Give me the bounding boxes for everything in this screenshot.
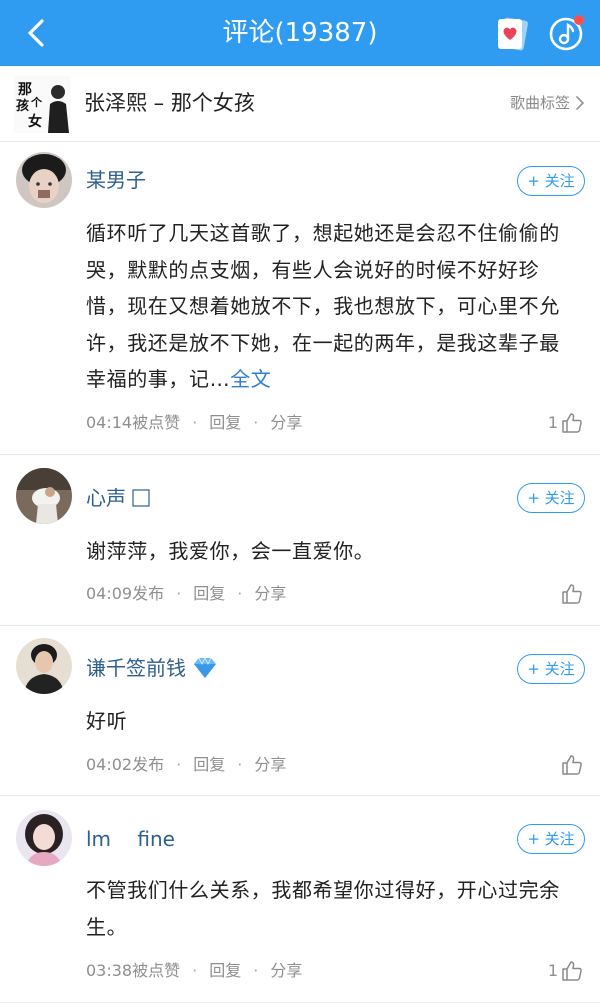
song-title: 张泽熙 – 那个女孩 xyxy=(84,91,255,115)
comment-username[interactable]: lm fine xyxy=(86,826,175,852)
comment-item: 心声 + 关注 谢萍萍，我爱你，会一直爱你。 04:09发布 · 回复 · 分享 xyxy=(0,455,600,626)
comment-time: 03:38被点赞 xyxy=(86,961,181,980)
now-playing-button[interactable] xyxy=(546,12,588,54)
comment-time: 04:14被点赞 xyxy=(86,413,181,432)
like-button[interactable]: 1 xyxy=(548,411,584,435)
svg-text:个: 个 xyxy=(30,95,43,109)
svg-text:女: 女 xyxy=(28,113,42,130)
thumb-up-icon xyxy=(562,961,582,981)
share-button[interactable]: 分享 xyxy=(254,755,286,774)
comment-meta: 03:38被点赞 · 回复 · 分享 xyxy=(86,961,303,980)
thumb-up-icon xyxy=(562,413,582,433)
comment-time: 04:02发布 xyxy=(86,755,165,774)
expand-full-text-link[interactable]: 全文 xyxy=(230,367,271,391)
follow-button[interactable]: + 关注 xyxy=(517,824,585,854)
reply-button[interactable]: 回复 xyxy=(193,755,225,774)
album-cover: 那 孩 个 女 xyxy=(14,76,71,133)
avatar[interactable] xyxy=(16,152,72,208)
comment-item: lm fine + 关注 不管我们什么关系，我都希望你过得好，开心过完余生。 0… xyxy=(0,796,600,1003)
comment-time: 04:09发布 xyxy=(86,584,165,603)
follow-button[interactable]: + 关注 xyxy=(517,654,585,684)
song-tag-link[interactable]: 歌曲标签 xyxy=(510,92,586,114)
follow-button[interactable]: + 关注 xyxy=(517,483,585,513)
music-note-icon xyxy=(549,15,584,51)
reply-button[interactable]: 回复 xyxy=(209,413,241,432)
placeholder-box-icon xyxy=(132,489,150,507)
comment-item: 某男子 + 关注 循环听了几天这首歌了，想起她还是会忍不住偷偷的哭，默默的点支烟… xyxy=(0,142,600,455)
reply-button[interactable]: 回复 xyxy=(209,961,241,980)
chevron-right-icon xyxy=(576,96,584,110)
like-button[interactable]: 1 xyxy=(548,959,584,983)
song-info-row[interactable]: 那 孩 个 女 张泽熙 – 那个女孩 歌曲标签 xyxy=(0,66,600,142)
comment-meta: 04:02发布 · 回复 · 分享 xyxy=(86,755,287,774)
share-button[interactable]: 分享 xyxy=(270,961,302,980)
avatar[interactable] xyxy=(16,638,72,694)
comment-text: 不管我们什么关系，我都希望你过得好，开心过完余生。 xyxy=(86,878,560,939)
comment-username[interactable]: 某男子 xyxy=(86,167,146,193)
comment-username[interactable]: 心声 xyxy=(86,485,150,511)
comment-text: 循环听了几天这首歌了，想起她还是会忍不住偷偷的哭，默默的点支烟，有些人会说好的时… xyxy=(86,221,560,391)
comment-meta: 04:09发布 · 回复 · 分享 xyxy=(86,584,287,603)
like-count: 1 xyxy=(547,413,558,432)
top-bar: 评论(19387) xyxy=(0,0,600,66)
diamond-icon xyxy=(194,657,216,678)
card-button[interactable] xyxy=(492,13,532,53)
comment-text: 谢萍萍，我爱你，会一直爱你。 xyxy=(86,539,375,563)
share-button[interactable]: 分享 xyxy=(270,413,302,432)
avatar[interactable] xyxy=(16,810,72,866)
follow-button[interactable]: + 关注 xyxy=(517,166,585,196)
svg-text:那: 那 xyxy=(18,82,32,98)
heart-card-icon xyxy=(498,17,528,51)
avatar[interactable] xyxy=(16,468,72,524)
song-tag-label: 歌曲标签 xyxy=(509,94,570,112)
like-count: 1 xyxy=(547,961,558,980)
like-button[interactable] xyxy=(558,582,584,606)
reply-button[interactable]: 回复 xyxy=(193,584,225,603)
comment-text: 好听 xyxy=(86,709,128,733)
svg-text:孩: 孩 xyxy=(16,98,29,114)
share-button[interactable]: 分享 xyxy=(254,584,286,603)
comment-item: 谦千签前钱 + 关注 好听 04:02发布 · 回复 · 分享 xyxy=(0,626,600,796)
thumb-up-icon xyxy=(562,755,582,775)
comment-meta: 04:14被点赞 · 回复 · 分享 xyxy=(86,413,303,432)
thumb-up-icon xyxy=(562,584,582,604)
comment-username[interactable]: 谦千签前钱 xyxy=(86,655,218,681)
like-button[interactable] xyxy=(558,753,584,777)
